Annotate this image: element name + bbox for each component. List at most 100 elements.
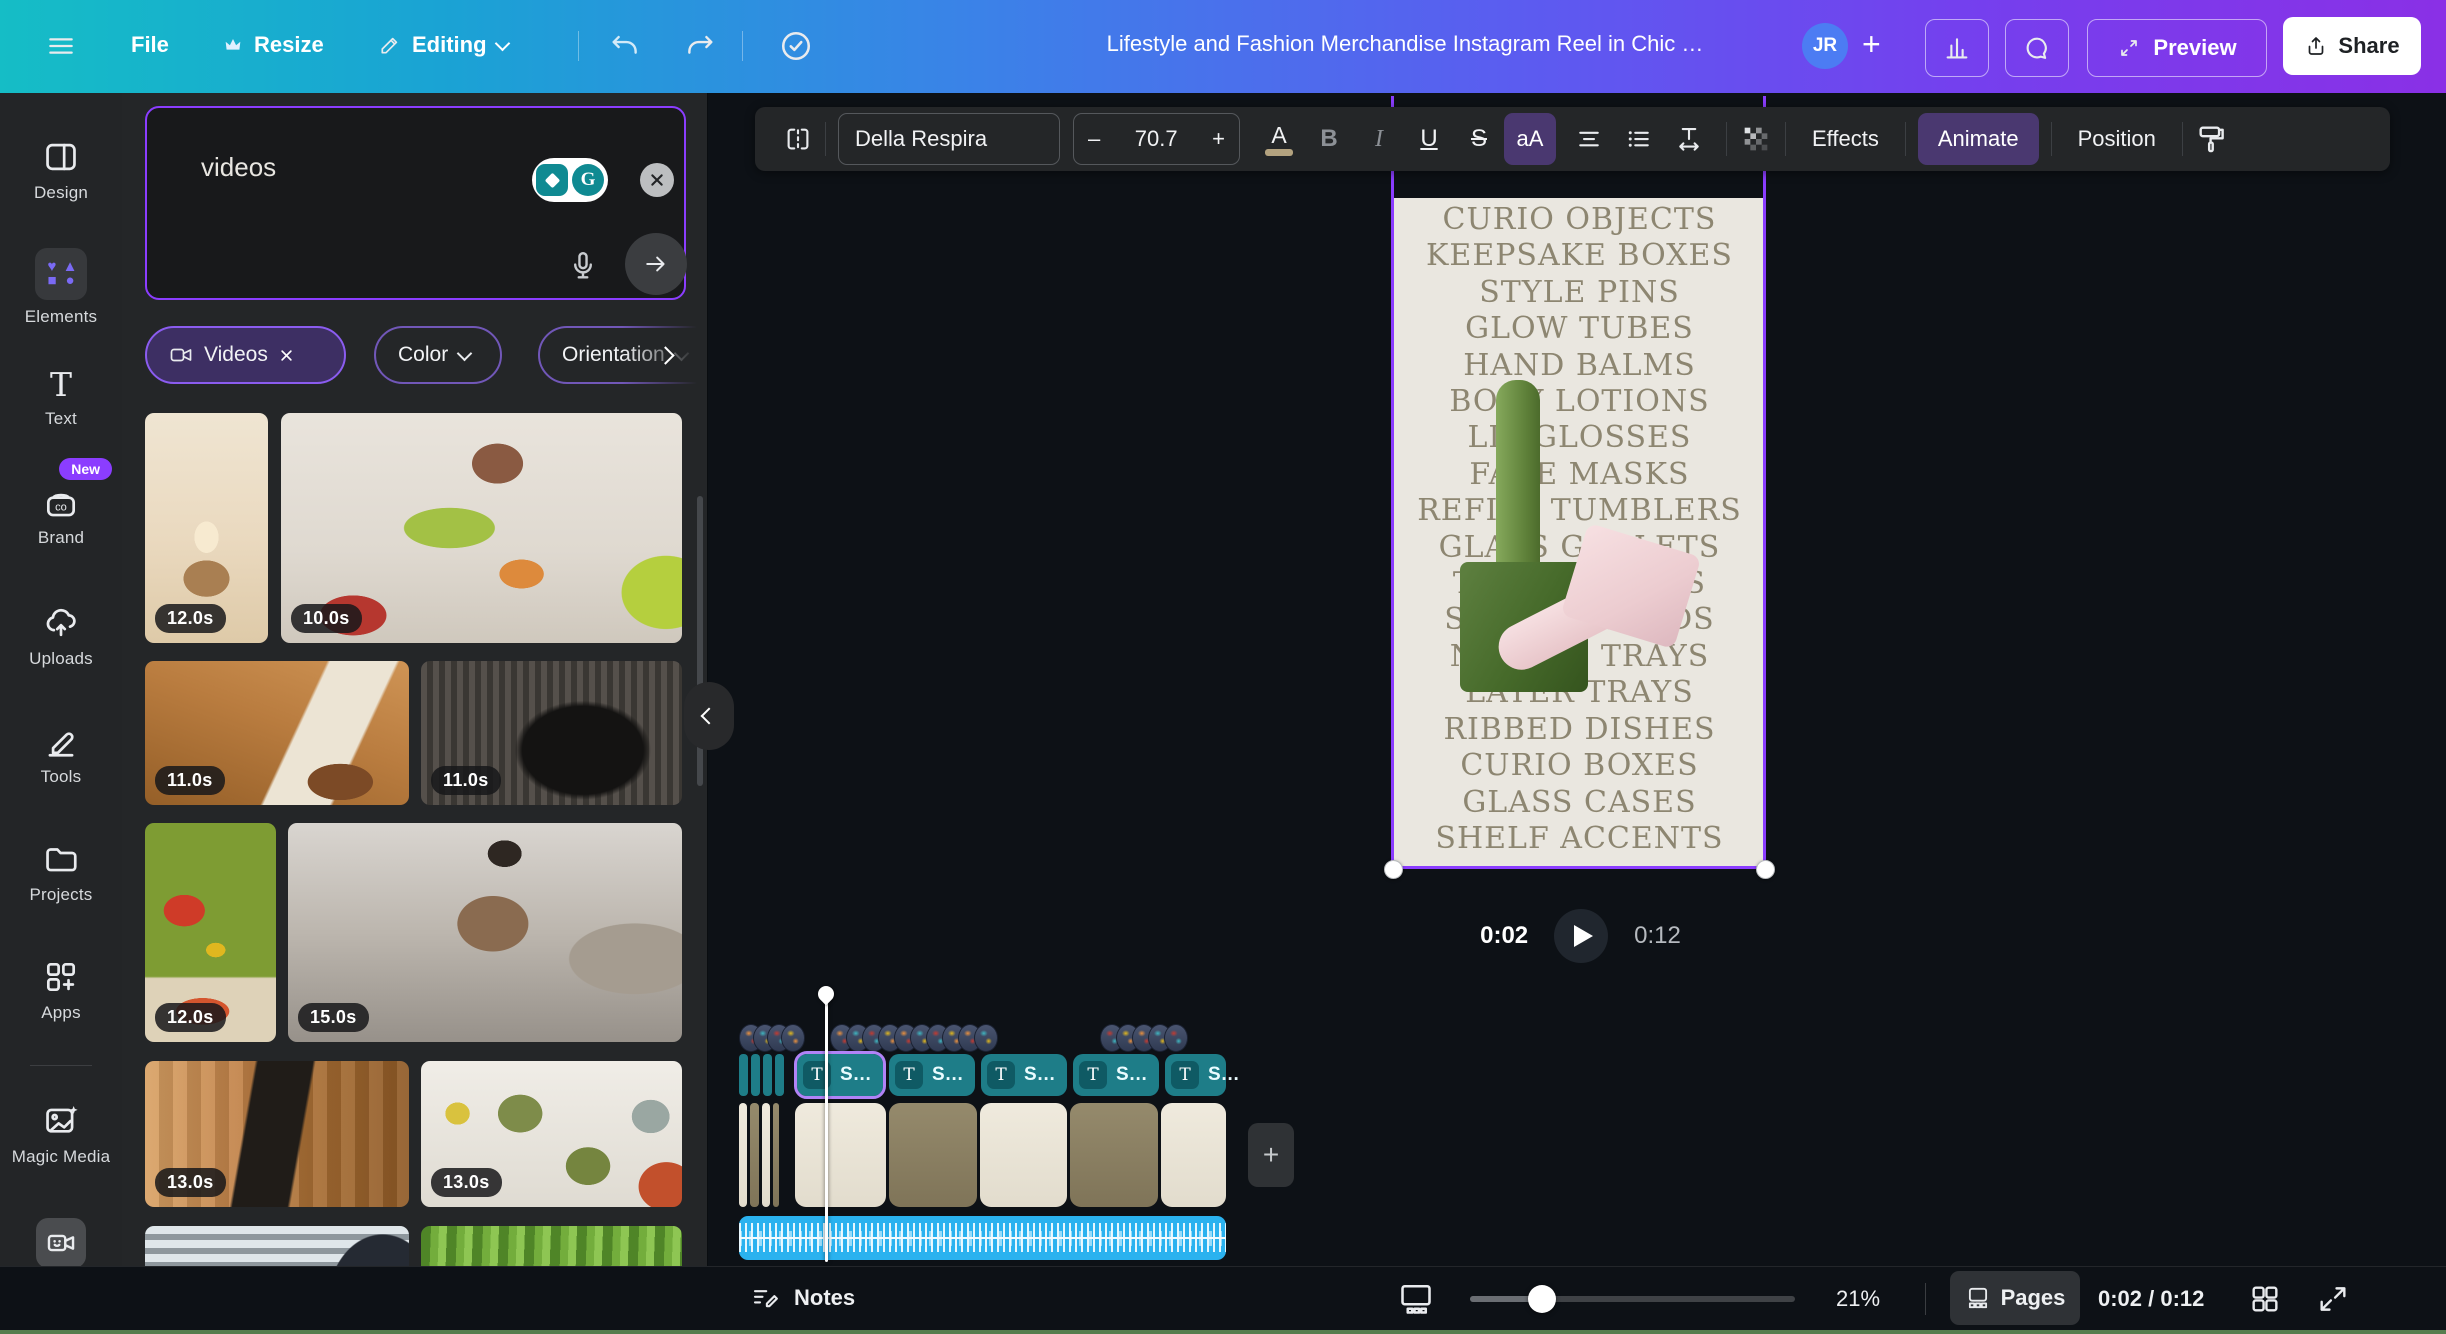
- selection-border-bottom[interactable]: [1391, 866, 1766, 869]
- close-icon: [649, 172, 665, 188]
- video-clip[interactable]: [1161, 1103, 1226, 1207]
- video-thumbnail[interactable]: 10.0s: [281, 413, 682, 643]
- remove-filter-icon[interactable]: [279, 348, 294, 363]
- grid-view-button[interactable]: [2248, 1282, 2282, 1316]
- merch-list-text[interactable]: CURIO OBJECTS KEEPSAKE BOXES STYLE PINS …: [1394, 202, 1765, 857]
- insights-button[interactable]: [1925, 19, 1989, 77]
- paint-roller-icon[interactable]: [2195, 122, 2229, 156]
- document-title[interactable]: Lifestyle and Fashion Merchandise Instag…: [1050, 31, 1760, 57]
- text-clip[interactable]: T S…: [1165, 1054, 1226, 1096]
- text-mini-clip[interactable]: [775, 1054, 784, 1096]
- sidebar-item-tools[interactable]: Tools: [0, 722, 122, 787]
- text-clip[interactable]: T S…: [981, 1054, 1067, 1096]
- video-mini-clip[interactable]: [750, 1103, 759, 1207]
- video-clip[interactable]: [795, 1103, 886, 1207]
- search-box[interactable]: videos G: [145, 106, 686, 300]
- position-button[interactable]: Position: [2064, 126, 2170, 152]
- search-input-value[interactable]: videos: [201, 152, 276, 183]
- add-member-button[interactable]: +: [1862, 26, 1881, 63]
- text-clip[interactable]: T S…: [889, 1054, 975, 1096]
- video-mini-clip[interactable]: [773, 1103, 779, 1207]
- resize-handle-bottom-right[interactable]: [1756, 860, 1775, 879]
- editing-mode-button[interactable]: Editing: [378, 32, 508, 58]
- transparency-icon[interactable]: [1739, 122, 1773, 156]
- scroll-chips-right-button[interactable]: [650, 340, 680, 370]
- design-page[interactable]: CURIO OBJECTS KEEPSAKE BOXES STYLE PINS …: [1394, 198, 1765, 868]
- video-mini-clip[interactable]: [739, 1103, 747, 1207]
- audio-clip[interactable]: [739, 1216, 1226, 1260]
- sidebar-item-projects[interactable]: Projects: [0, 840, 122, 905]
- text-mini-clip[interactable]: [739, 1054, 748, 1096]
- element-clip[interactable]: [974, 1024, 998, 1052]
- zoom-slider-thumb[interactable]: [1528, 1285, 1556, 1313]
- text-clip[interactable]: T S…: [1073, 1054, 1159, 1096]
- video-clip[interactable]: [889, 1103, 977, 1207]
- redo-button[interactable]: [683, 30, 717, 64]
- selection-border-left[interactable]: [1391, 96, 1394, 869]
- resize-button[interactable]: Resize: [222, 32, 324, 58]
- text-clip-selected[interactable]: T S…: [797, 1054, 883, 1096]
- avatar[interactable]: JR: [1802, 23, 1848, 69]
- sidebar-item-label: Uploads: [29, 649, 93, 669]
- video-clip[interactable]: [1070, 1103, 1158, 1207]
- text-clip-label: S…: [932, 1064, 964, 1086]
- text-mini-clip[interactable]: [751, 1054, 760, 1096]
- sidebar-item-text[interactable]: T Text: [0, 368, 122, 429]
- sidebar-item-elements[interactable]: ♥▲■● Elements: [0, 248, 122, 327]
- main-menu-button[interactable]: [45, 30, 77, 62]
- text-align-icon[interactable]: [1564, 124, 1614, 154]
- sidebar-item-uploads[interactable]: Uploads: [0, 604, 122, 669]
- effects-button[interactable]: Effects: [1798, 126, 1893, 152]
- undo-button[interactable]: [608, 30, 642, 64]
- file-menu-button[interactable]: File: [131, 32, 169, 58]
- video-thumbnail[interactable]: 11.0s: [421, 661, 682, 805]
- filter-chip-videos[interactable]: Videos: [145, 326, 346, 384]
- text-mini-clip[interactable]: [763, 1054, 772, 1096]
- writing-assistant-pill[interactable]: G: [532, 158, 608, 202]
- collapse-panel-handle[interactable]: [684, 682, 734, 750]
- text-box-icon[interactable]: [783, 124, 813, 154]
- timeline-view-button[interactable]: [1398, 1281, 1434, 1317]
- text-color-button[interactable]: A: [1254, 113, 1304, 165]
- element-clip[interactable]: [781, 1024, 805, 1052]
- preview-button[interactable]: Preview: [2087, 19, 2267, 77]
- italic-button[interactable]: I: [1354, 113, 1404, 165]
- pages-button[interactable]: Pages: [1950, 1271, 2080, 1325]
- fullscreen-button[interactable]: [2316, 1282, 2350, 1316]
- font-size-value[interactable]: 70.7: [1135, 126, 1178, 152]
- text-case-button[interactable]: aA: [1504, 113, 1556, 165]
- underline-button[interactable]: U: [1404, 113, 1454, 165]
- selection-border-right[interactable]: [1763, 96, 1766, 869]
- video-thumbnail[interactable]: 11.0s: [145, 661, 409, 805]
- search-submit-button[interactable]: [625, 233, 687, 295]
- element-clip[interactable]: [1164, 1024, 1188, 1052]
- notes-button[interactable]: Notes: [750, 1283, 855, 1313]
- text-clip-t-icon: T: [1079, 1061, 1107, 1089]
- video-clip[interactable]: [980, 1103, 1067, 1207]
- sidebar-item-brand[interactable]: New co Brand: [0, 458, 122, 548]
- bold-button[interactable]: B: [1304, 113, 1354, 165]
- increase-font-button[interactable]: +: [1212, 126, 1225, 152]
- add-clip-button[interactable]: +: [1248, 1123, 1294, 1187]
- strikethrough-button[interactable]: S: [1454, 113, 1504, 165]
- chevron-down-icon: [494, 35, 510, 51]
- play-button[interactable]: [1554, 909, 1608, 963]
- resize-handle-bottom-left[interactable]: [1384, 860, 1403, 879]
- sidebar-item-design[interactable]: Design: [0, 138, 122, 203]
- animate-button[interactable]: Animate: [1918, 113, 2039, 165]
- letter-spacing-icon[interactable]: [1664, 124, 1714, 154]
- clear-search-button[interactable]: [640, 163, 674, 197]
- playhead-line[interactable]: [825, 1000, 828, 1262]
- zoom-level[interactable]: 21%: [1836, 1286, 1880, 1312]
- voice-search-button[interactable]: [561, 242, 605, 290]
- bullet-list-icon[interactable]: [1614, 124, 1664, 154]
- green-bottle-cap[interactable]: [1496, 380, 1540, 590]
- font-family-selector[interactable]: Della Respira: [838, 113, 1060, 165]
- video-thumbnail[interactable]: 12.0s: [145, 413, 268, 643]
- save-status-button[interactable]: [778, 28, 814, 64]
- filter-chip-color[interactable]: Color: [374, 326, 502, 384]
- comments-button[interactable]: [2005, 19, 2069, 77]
- share-button[interactable]: Share: [2283, 17, 2421, 75]
- decrease-font-button[interactable]: –: [1088, 126, 1100, 152]
- video-mini-clip[interactable]: [762, 1103, 770, 1207]
